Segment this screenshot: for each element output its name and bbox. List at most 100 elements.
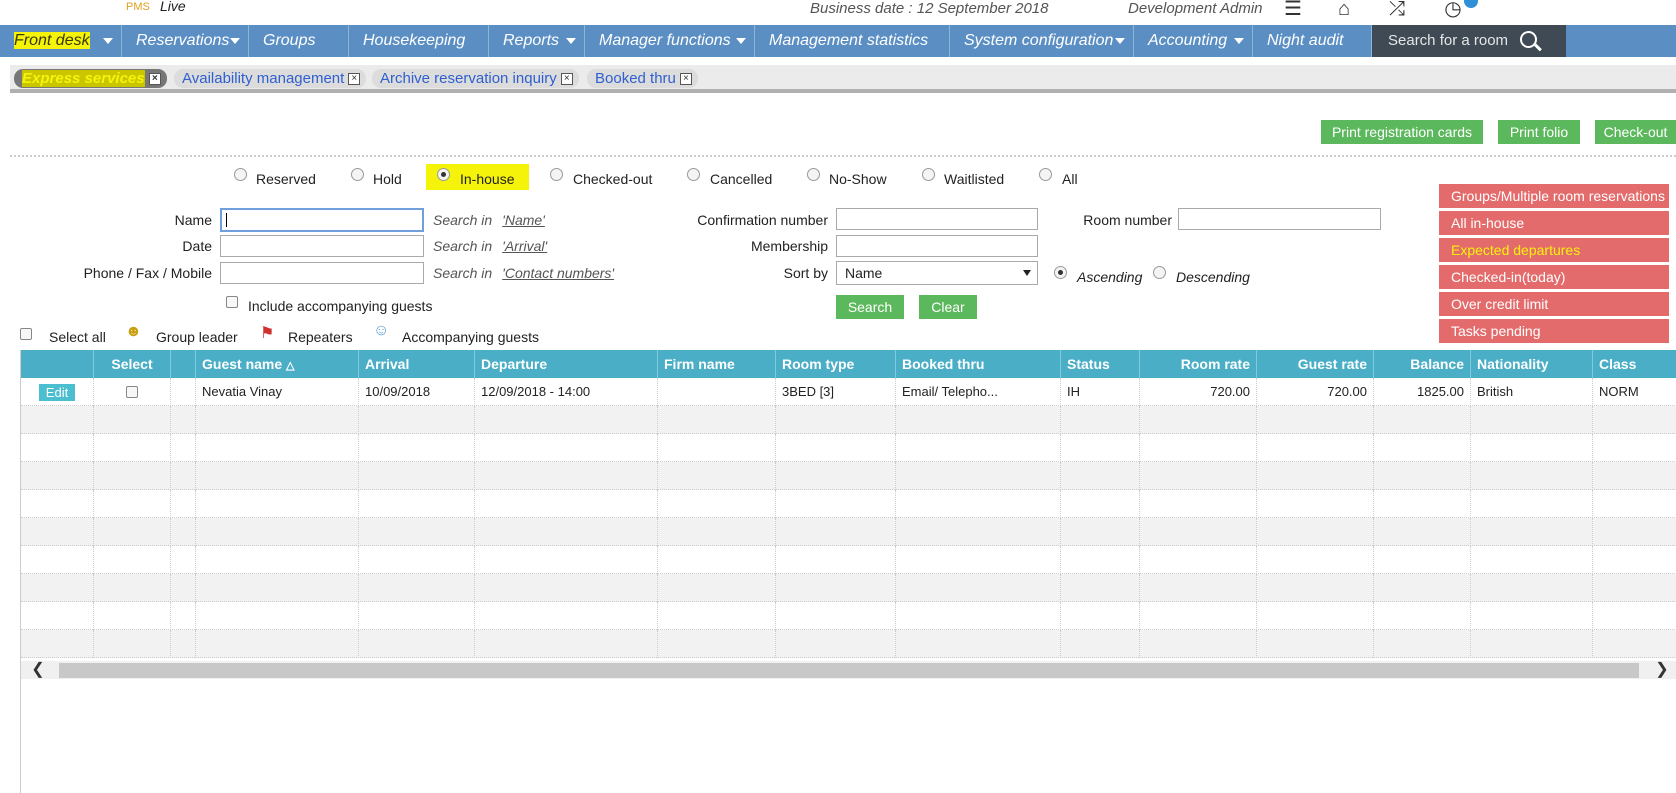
col-room-rate[interactable]: Room rate — [1140, 350, 1257, 378]
tab-archive-reservation-inquiry[interactable]: Archive reservation inquiry × — [372, 69, 579, 88]
radio-waitlisted[interactable] — [922, 168, 935, 181]
search-icon[interactable] — [1520, 31, 1537, 48]
empty-cell — [1593, 546, 1676, 574]
descending-label: Descending — [1176, 269, 1250, 285]
col-departure[interactable]: Departure — [475, 350, 658, 378]
radio-reserved[interactable] — [234, 168, 247, 181]
col-room-type[interactable]: Room type — [776, 350, 896, 378]
scroll-right-icon[interactable]: ❯ — [1653, 661, 1671, 679]
nav-accounting[interactable]: Accounting — [1134, 25, 1253, 57]
tab-label: Availability management — [182, 70, 345, 87]
nav-housekeeping[interactable]: Housekeeping — [349, 25, 489, 57]
date-input[interactable] — [220, 235, 424, 257]
sort-by-select[interactable]: Name — [836, 261, 1038, 285]
nav-label: Manager functions — [599, 32, 731, 49]
user-name[interactable]: Development Admin — [1128, 0, 1263, 17]
quick-link-groups[interactable]: Groups/Multiple room reservations — [1439, 184, 1669, 208]
nav-front-desk[interactable]: Front desk — [0, 25, 122, 57]
select-all-checkbox[interactable] — [20, 328, 32, 340]
room-search-input[interactable]: Search for a room — [1372, 25, 1566, 57]
col-booked-thru[interactable]: Booked thru — [896, 350, 1061, 378]
check-out-button[interactable]: Check-out — [1595, 120, 1676, 144]
col-nationality[interactable]: Nationality — [1471, 350, 1593, 378]
radio-in-house[interactable] — [437, 168, 450, 181]
nav-system-configuration[interactable]: System configuration — [950, 25, 1134, 57]
col-balance[interactable]: Balance — [1374, 350, 1471, 378]
edit-button[interactable]: Edit — [39, 384, 75, 401]
empty-cell — [1471, 434, 1593, 462]
clear-button[interactable]: Clear — [919, 295, 977, 319]
scroll-left-icon[interactable]: ❮ — [29, 661, 47, 679]
col-firm-name[interactable]: Firm name — [658, 350, 776, 378]
shuffle-icon[interactable]: ⤮ — [1384, 0, 1410, 20]
radio-all[interactable] — [1039, 168, 1052, 181]
divider — [10, 155, 1676, 157]
quick-link-over-credit-limit[interactable]: Over credit limit — [1439, 292, 1669, 316]
date-hint: Search in 'Arrival' — [433, 238, 547, 254]
print-folio-button[interactable]: Print folio — [1498, 120, 1580, 144]
quick-link-expected-departures[interactable]: Expected departures — [1439, 238, 1669, 262]
table-row[interactable]: Edit Nevatia Vinay 10/09/2018 12/09/2018… — [21, 378, 1676, 406]
close-icon[interactable]: × — [148, 73, 161, 85]
membership-input[interactable] — [836, 235, 1038, 257]
search-button[interactable]: Search — [836, 295, 904, 319]
close-icon[interactable]: × — [560, 73, 573, 85]
radio-descending[interactable] — [1153, 266, 1166, 279]
radio-ascending[interactable] — [1054, 266, 1067, 279]
nav-groups[interactable]: Groups — [249, 25, 349, 57]
nav-night-audit[interactable]: Night audit — [1253, 25, 1372, 57]
menu-icon[interactable]: ☰ — [1280, 0, 1306, 20]
nav-management-statistics[interactable]: Management statistics — [755, 25, 950, 57]
quick-link-checked-in-today[interactable]: Checked-in(today) — [1439, 265, 1669, 289]
phone-hint-link[interactable]: 'Contact numbers' — [502, 265, 614, 281]
empty-cell — [658, 434, 776, 462]
quick-link-all-in-house[interactable]: All in-house — [1439, 211, 1669, 235]
radio-label: Checked-out — [573, 171, 653, 187]
close-icon[interactable]: × — [679, 73, 692, 85]
phone-input[interactable] — [220, 262, 424, 284]
row-select-checkbox[interactable] — [126, 386, 138, 398]
empty-cell — [21, 602, 94, 630]
print-registration-cards-button[interactable]: Print registration cards — [1321, 120, 1483, 144]
tab-label: Archive reservation inquiry — [380, 70, 557, 87]
empty-cell — [896, 462, 1061, 490]
radio-checked-out[interactable] — [550, 168, 563, 181]
empty-cell — [94, 434, 171, 462]
tab-booked-thru[interactable]: Booked thru × — [587, 69, 698, 88]
radio-no-show[interactable] — [807, 168, 820, 181]
tab-availability-management[interactable]: Availability management × — [174, 69, 367, 88]
name-input[interactable] — [220, 208, 424, 232]
col-class[interactable]: Class — [1593, 350, 1676, 378]
balance-cell: 1825.00 — [1374, 378, 1471, 406]
col-guest-rate[interactable]: Guest rate — [1257, 350, 1374, 378]
empty-cell — [896, 490, 1061, 518]
col-arrival[interactable]: Arrival — [359, 350, 475, 378]
quick-link-tasks-pending[interactable]: Tasks pending — [1439, 319, 1669, 343]
brand-live: Live — [160, 0, 186, 14]
radio-cancelled[interactable] — [687, 168, 700, 181]
radio-hold[interactable] — [351, 168, 364, 181]
nav-reports[interactable]: Reports — [489, 25, 585, 57]
col-status[interactable]: Status — [1061, 350, 1140, 378]
empty-cell — [1471, 602, 1593, 630]
empty-cell — [1061, 434, 1140, 462]
home-icon[interactable]: ⌂ — [1331, 0, 1357, 20]
horizontal-scrollbar[interactable]: ❮ ❯ — [21, 661, 1676, 679]
chevron-down-icon — [566, 38, 576, 44]
nav-reservations[interactable]: Reservations — [122, 25, 249, 57]
name-hint-link[interactable]: 'Name' — [502, 212, 545, 228]
close-icon[interactable]: × — [348, 73, 361, 85]
scrollbar-thumb[interactable] — [59, 663, 1639, 678]
room-number-input[interactable] — [1178, 208, 1381, 230]
date-hint-link[interactable]: 'Arrival' — [502, 238, 547, 254]
confirmation-input[interactable] — [836, 208, 1038, 230]
empty-cell — [475, 602, 658, 630]
radio-label: In-house — [460, 171, 515, 187]
clock-icon[interactable]: ◷ — [1440, 0, 1466, 20]
tab-express-services[interactable]: Express services × — [14, 69, 167, 88]
nav-manager-functions[interactable]: Manager functions — [585, 25, 755, 57]
col-guest-name[interactable]: Guest name △ — [196, 350, 359, 378]
col-select[interactable]: Select — [94, 350, 171, 378]
empty-cell — [896, 518, 1061, 546]
include-accompanying-checkbox[interactable] — [226, 296, 238, 308]
